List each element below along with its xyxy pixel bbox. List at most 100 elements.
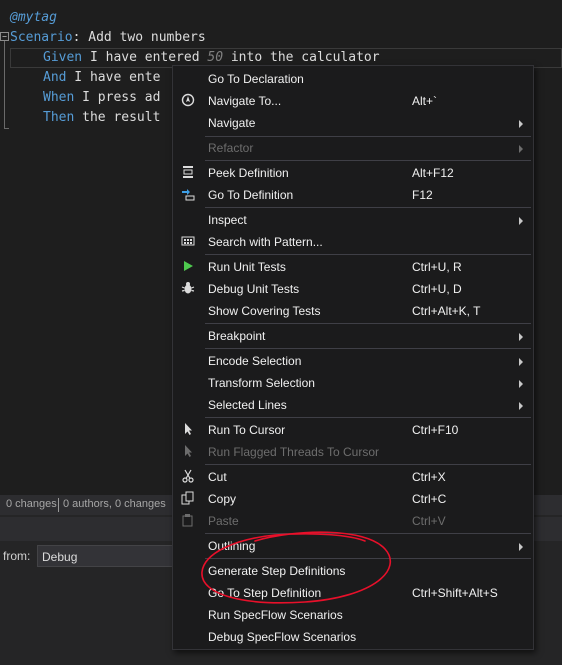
menu-item-label: Copy [208,492,237,506]
menu-item-shortcut: Ctrl+F10 [412,423,459,437]
menu-item-label: Run To Cursor [208,423,286,437]
menu-item-label: Cut [208,470,227,484]
menu-item-shortcut: Ctrl+U, D [412,282,462,296]
step-line-and: And I have ente [43,68,160,88]
step-keyword: And [43,70,67,85]
step-keyword: When [43,90,75,105]
menu-item-navigate[interactable]: Navigate [173,112,533,134]
menu-separator [205,207,531,208]
submenu-arrow-icon [519,380,523,388]
menu-item-label: Peek Definition [208,166,289,180]
menu-item-label: Encode Selection [208,354,302,368]
authors-indicator[interactable]: 0 authors, 0 changes [63,498,166,510]
navigate-to-icon [180,93,196,109]
run-play-icon [180,259,196,275]
menu-item-run-flagged-threads-to-cursor[interactable]: Run Flagged Threads To Cursor [173,441,533,463]
menu-item-transform-selection[interactable]: Transform Selection [173,372,533,394]
changes-indicator[interactable]: 0 changes [6,498,57,510]
scenario-title: : Add two numbers [72,30,206,45]
menu-item-cut[interactable]: Cut Ctrl+X [173,466,533,488]
menu-item-label: Inspect [208,213,247,227]
menu-item-shortcut: Alt+` [412,94,438,108]
menu-item-label: Selected Lines [208,398,287,412]
menu-item-label: Show Covering Tests [208,304,321,318]
submenu-arrow-icon [519,402,523,410]
step-text: I have ente [66,70,161,85]
submenu-arrow-icon [519,543,523,551]
status-separator [58,498,59,512]
menu-item-peek-definition[interactable]: Peek Definition Alt+F12 [173,162,533,184]
step-text: I have entered [82,50,208,65]
menu-item-run-unit-tests[interactable]: Run Unit Tests Ctrl+U, R [173,256,533,278]
menu-item-show-covering-tests[interactable]: Show Covering Tests Ctrl+Alt+K, T [173,300,533,322]
menu-item-shortcut: Ctrl+X [412,470,446,484]
menu-separator [205,323,531,324]
menu-item-label: Navigate [208,116,256,130]
scenario-keyword: Scenario [10,30,73,45]
step-line-when: When I press ad [43,88,160,108]
cursor-arrow-icon [180,444,196,460]
step-keyword: Then [43,110,75,125]
menu-item-shortcut: Ctrl+Alt+K, T [412,304,481,318]
tag-line: @mytag [10,8,57,28]
step-keyword: Given [43,50,83,65]
menu-item-shortcut: F12 [412,188,433,202]
bug-icon [180,281,196,297]
from-label: from: [3,549,31,563]
submenu-arrow-icon [519,333,523,341]
menu-item-shortcut: Ctrl+Shift+Alt+S [412,586,498,600]
menu-item-selected-lines[interactable]: Selected Lines [173,394,533,416]
menu-item-encode-selection[interactable]: Encode Selection [173,350,533,372]
menu-item-search-with-pattern[interactable]: Search with Pattern... [173,231,533,253]
menu-item-label: Search with Pattern... [208,235,323,249]
submenu-arrow-icon [519,120,523,128]
menu-item-shortcut: Alt+F12 [412,166,454,180]
menu-item-label: Go To Definition [208,188,294,202]
menu-item-go-to-declaration[interactable]: Go To Declaration [173,68,533,90]
menu-item-shortcut: Ctrl+C [412,492,447,506]
submenu-arrow-icon [519,358,523,366]
menu-separator [205,348,531,349]
copy-icon [180,491,196,507]
menu-item-label: Paste [208,514,239,528]
peek-definition-icon [180,165,196,181]
menu-item-shortcut: Ctrl+V [412,514,446,528]
menu-item-inspect[interactable]: Inspect [173,209,533,231]
menu-item-go-to-definition[interactable]: Go To Definition F12 [173,184,533,206]
cursor-arrow-icon [180,422,196,438]
menu-item-debug-specflow-scenarios[interactable]: Debug SpecFlow Scenarios [173,626,533,648]
menu-item-label: Transform Selection [208,376,315,390]
step-text: I press ad [74,90,161,105]
submenu-arrow-icon [519,145,523,153]
search-pattern-icon [180,234,196,250]
menu-separator [205,417,531,418]
menu-item-label: Go To Declaration [208,72,304,86]
menu-item-label: Run SpecFlow Scenarios [208,608,343,622]
from-select[interactable]: Debug [37,545,177,567]
menu-item-label: Debug Unit Tests [208,282,300,296]
scissors-icon [180,469,196,485]
menu-item-label: Breakpoint [208,329,266,343]
submenu-arrow-icon [519,217,523,225]
menu-item-label: Debug SpecFlow Scenarios [208,630,357,644]
menu-separator [205,254,531,255]
menu-item-copy[interactable]: Copy Ctrl+C [173,488,533,510]
step-parameter: 50 [207,50,224,65]
fold-guide-line [4,41,5,129]
scenario-line: Scenario: Add two numbers [10,28,206,48]
menu-item-debug-unit-tests[interactable]: Debug Unit Tests Ctrl+U, D [173,278,533,300]
tag-token: @mytag [10,10,57,25]
menu-item-label: Navigate To... [208,94,282,108]
step-text: the result [74,110,161,125]
menu-item-breakpoint[interactable]: Breakpoint [173,325,533,347]
menu-item-run-to-cursor[interactable]: Run To Cursor Ctrl+F10 [173,419,533,441]
menu-item-label: Run Flagged Threads To Cursor [208,445,379,459]
go-to-definition-icon [180,187,196,203]
menu-item-navigate-to[interactable]: Navigate To... Alt+` [173,90,533,112]
step-line-then: Then the result [43,108,160,128]
menu-item-refactor[interactable]: Refactor [173,137,533,159]
menu-separator [205,464,531,465]
fold-collapse-icon[interactable]: − [0,32,9,41]
paste-clipboard-icon [180,513,196,529]
annotation-ellipse [201,531,391,604]
